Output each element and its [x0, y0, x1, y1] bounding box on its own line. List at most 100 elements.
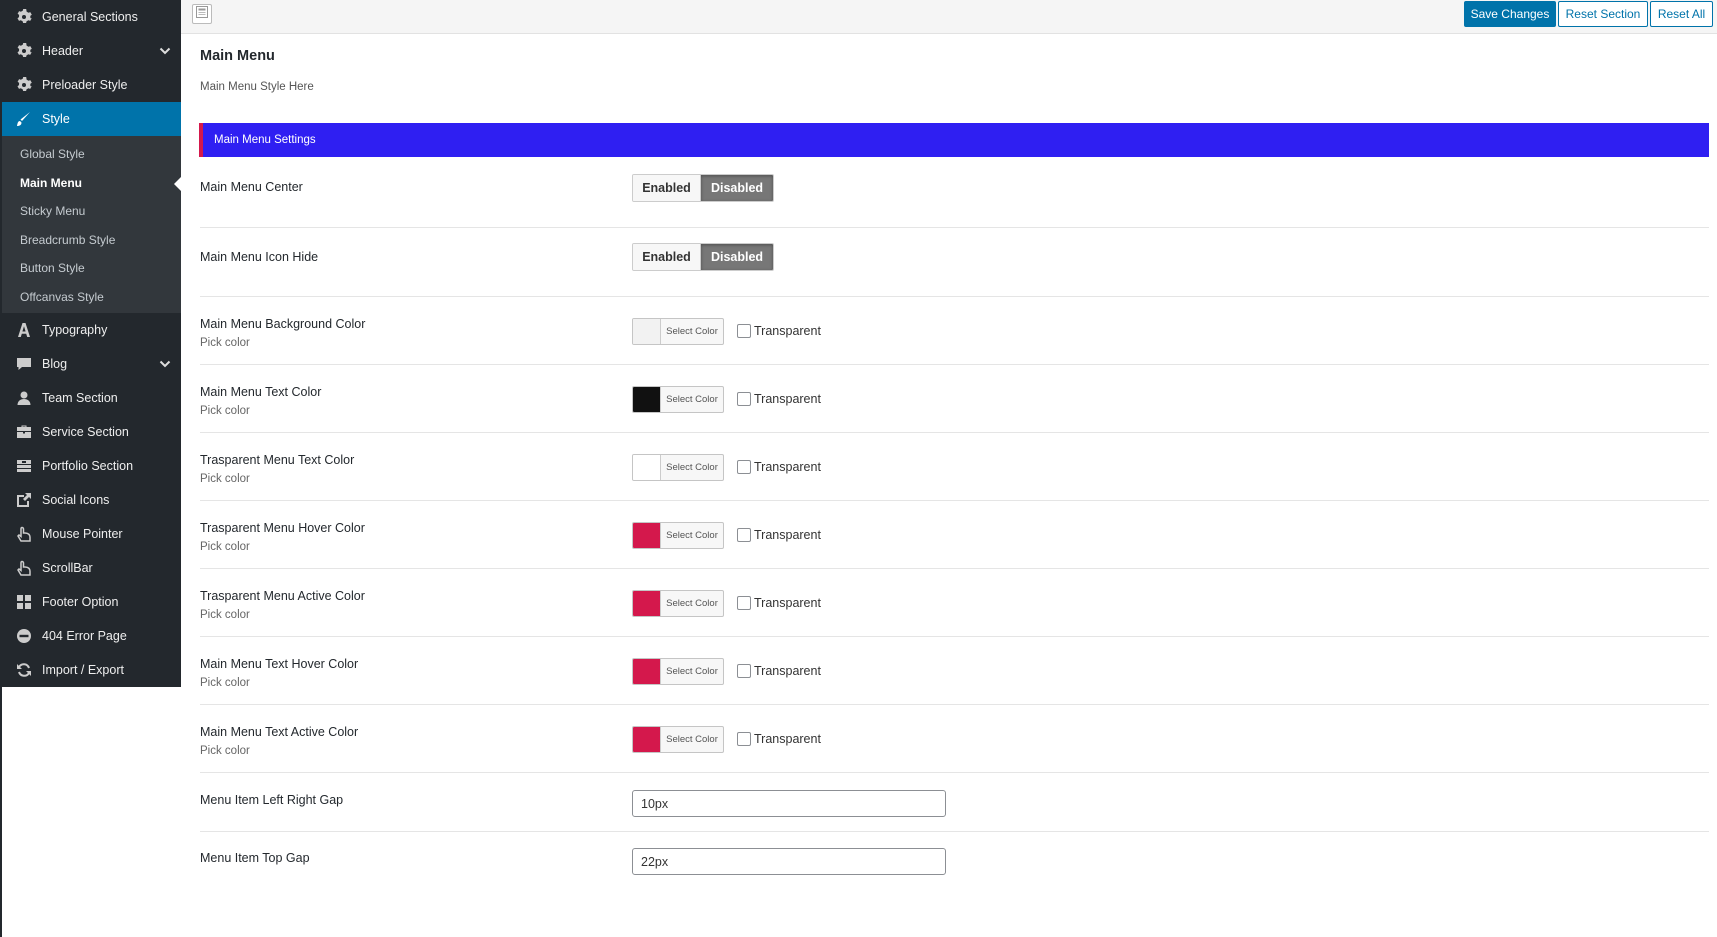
field-subtitle: Pick color [200, 337, 250, 349]
sidebar-item-label: Footer Option [42, 595, 119, 609]
sidebar: General Sections Header Preloader Style … [0, 0, 181, 937]
transparent-label: Transparent [754, 664, 821, 678]
grid-icon [15, 593, 33, 611]
transparent-label: Transparent [754, 528, 821, 542]
sidebar-item-preloader-style[interactable]: Preloader Style [2, 68, 181, 102]
checkbox[interactable] [737, 664, 751, 678]
transparent-label: Transparent [754, 596, 821, 610]
sidebar-item-label: Portfolio Section [42, 459, 134, 473]
color-swatch [633, 659, 661, 684]
sidebar-item-label: ScrollBar [42, 561, 93, 575]
disabled-option[interactable]: Disabled [701, 175, 773, 201]
submenu-item-main-menu[interactable]: Main Menu [2, 169, 181, 198]
field-main-menu-icon-hide: Main Menu Icon Hide Enabled Disabled [200, 228, 1709, 297]
field-main-menu-background-color: Main Menu Background Color Pick color Se… [200, 297, 1709, 365]
chevron-down-icon[interactable] [159, 358, 171, 370]
submenu-item-button-style[interactable]: Button Style [2, 254, 181, 283]
sidebar-item-label: Service Section [42, 425, 129, 439]
select-color-button[interactable]: Select Color [632, 318, 724, 345]
field-title: Menu Item Left Right Gap [200, 793, 344, 807]
field-title: Main Menu Center [200, 180, 303, 194]
minus-circle-icon [15, 627, 33, 645]
sidebar-item-label: Import / Export [42, 663, 124, 677]
sidebar-item-scrollbar[interactable]: ScrollBar [2, 551, 181, 585]
sidebar-item-header[interactable]: Header [2, 34, 181, 68]
field-menu-item-top-gap: Menu Item Top Gap 22px [200, 832, 1709, 902]
transparent-checkbox[interactable]: Transparent [737, 732, 821, 746]
transparent-checkbox[interactable]: Transparent [737, 528, 821, 542]
main-content: Main Menu Main Menu Style Here Main Menu… [181, 34, 1717, 937]
select-color-button[interactable]: Select Color [632, 386, 724, 413]
submenu-item-sticky-menu[interactable]: Sticky Menu [2, 197, 181, 226]
transparent-checkbox[interactable]: Transparent [737, 664, 821, 678]
transparent-label: Transparent [754, 732, 821, 746]
field-trasparent-menu-active-color: Trasparent Menu Active Color Pick color … [200, 569, 1709, 637]
transparent-label: Transparent [754, 460, 821, 474]
sidebar-item-label: Mouse Pointer [42, 527, 123, 541]
select-color-button[interactable]: Select Color [632, 522, 724, 549]
color-swatch [633, 387, 661, 412]
sidebar-item-footer-option[interactable]: Footer Option [2, 585, 181, 619]
disabled-option[interactable]: Disabled [701, 244, 773, 270]
sidebar-item-team-section[interactable]: Team Section [2, 381, 181, 415]
top-gap-input[interactable]: 22px [632, 848, 946, 875]
field-subtitle: Pick color [200, 405, 250, 417]
submenu-item-global-style[interactable]: Global Style [2, 140, 181, 169]
enabled-option[interactable]: Enabled [633, 175, 701, 201]
transparent-checkbox[interactable]: Transparent [737, 392, 821, 406]
field-trasparent-menu-hover-color: Trasparent Menu Hover Color Pick color S… [200, 501, 1709, 569]
transparent-checkbox[interactable]: Transparent [737, 596, 821, 610]
select-color-label: Select Color [666, 666, 718, 677]
checkbox[interactable] [737, 732, 751, 746]
section-header: Main Menu Settings [199, 123, 1709, 157]
checkbox[interactable] [737, 460, 751, 474]
field-title: Main Menu Background Color [200, 317, 366, 331]
checkbox[interactable] [737, 392, 751, 406]
checkbox[interactable] [737, 324, 751, 338]
chevron-down-icon[interactable] [159, 45, 171, 57]
submenu-item-offcanvas-style[interactable]: Offcanvas Style [2, 283, 181, 312]
sidebar-item-blog[interactable]: Blog [2, 347, 181, 381]
sidebar-item-mouse-pointer[interactable]: Mouse Pointer [2, 517, 181, 551]
reset-all-button[interactable]: Reset All [1650, 1, 1713, 27]
sidebar-item-typography[interactable]: Typography [2, 313, 181, 347]
icon-hide-toggle: Enabled Disabled [632, 243, 774, 271]
select-color-label: Select Color [666, 598, 718, 609]
enabled-option[interactable]: Enabled [633, 244, 701, 270]
checkbox[interactable] [737, 596, 751, 610]
sidebar-item-label: Preloader Style [42, 78, 128, 92]
field-subtitle: Pick color [200, 609, 250, 621]
field-main-menu-center: Main Menu Center Enabled Disabled [200, 157, 1709, 228]
field-title: Main Menu Text Hover Color [200, 657, 359, 671]
select-color-label: Select Color [666, 326, 718, 337]
select-color-button[interactable]: Select Color [632, 590, 724, 617]
select-color-button[interactable]: Select Color [632, 454, 724, 481]
checkbox[interactable] [737, 528, 751, 542]
field-subtitle: Pick color [200, 745, 250, 757]
expand-options-button[interactable] [192, 4, 212, 24]
page-title: Main Menu [200, 48, 275, 64]
field-title: Trasparent Menu Text Color [200, 453, 355, 467]
save-changes-button[interactable]: Save Changes [1464, 1, 1556, 27]
submenu-item-breadcrumb-style[interactable]: Breadcrumb Style [2, 226, 181, 255]
sidebar-item-style[interactable]: Style [2, 102, 181, 136]
sidebar-item-portfolio-section[interactable]: Portfolio Section [2, 449, 181, 483]
brush-icon [15, 110, 33, 128]
select-color-button[interactable]: Select Color [632, 726, 724, 753]
transparent-checkbox[interactable]: Transparent [737, 460, 821, 474]
left-right-gap-input[interactable]: 10px [632, 790, 946, 817]
sidebar-item-social-icons[interactable]: Social Icons [2, 483, 181, 517]
sidebar-item-404-error-page[interactable]: 404 Error Page [2, 619, 181, 653]
reset-section-button[interactable]: Reset Section [1558, 1, 1648, 27]
sidebar-item-service-section[interactable]: Service Section [2, 415, 181, 449]
field-title: Main Menu Text Active Color [200, 725, 359, 739]
select-color-button[interactable]: Select Color [632, 658, 724, 685]
color-swatch [633, 727, 661, 752]
sidebar-item-import-export[interactable]: Import / Export [2, 653, 181, 687]
transparent-checkbox[interactable]: Transparent [737, 324, 821, 338]
sidebar-item-label: Typography [42, 323, 108, 337]
color-swatch [633, 319, 661, 344]
field-subtitle: Pick color [200, 541, 250, 553]
sidebar-item-general-sections[interactable]: General Sections [2, 0, 181, 34]
gear-icon [15, 42, 33, 60]
